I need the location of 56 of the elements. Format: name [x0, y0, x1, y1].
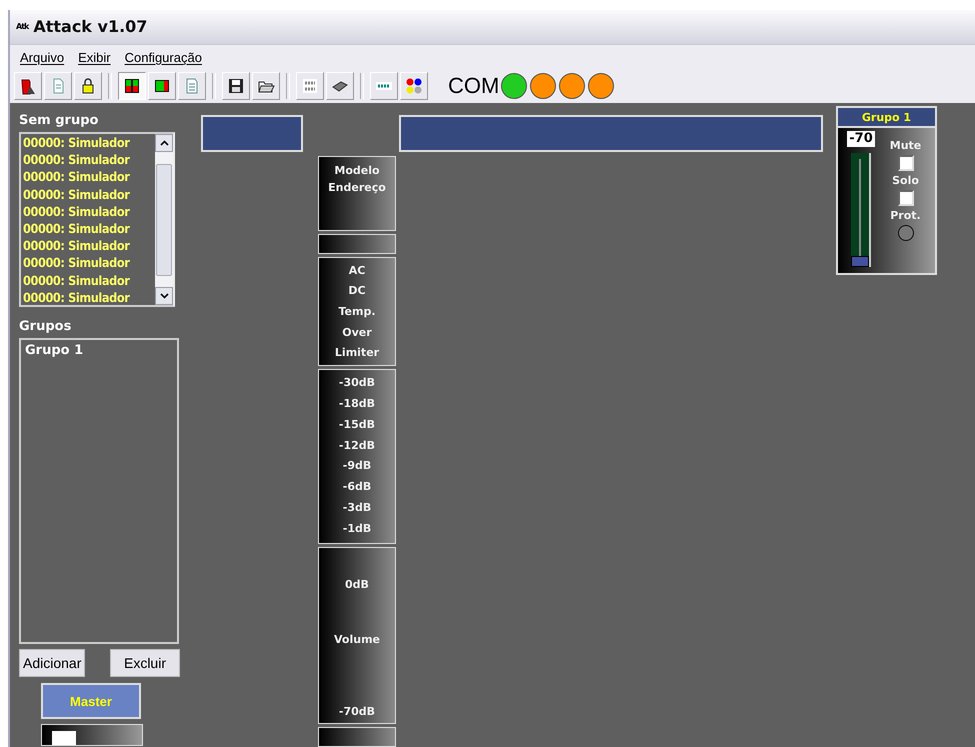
- group-title: Grupo 1: [836, 106, 937, 128]
- legend-label: -30dB: [338, 376, 376, 389]
- master-button[interactable]: Master: [41, 683, 141, 719]
- legend-label: AC: [348, 264, 366, 277]
- group-item[interactable]: Grupo 1: [25, 343, 173, 358]
- volume-reading: -70: [847, 131, 875, 147]
- menu-item[interactable]: Exibir: [78, 50, 111, 64]
- toolbar-button[interactable]: [118, 72, 146, 100]
- mute-label: Mute: [890, 139, 922, 152]
- device-item[interactable]: 00000: Simulador: [23, 220, 155, 238]
- section-label: Sem grupo: [19, 113, 100, 128]
- legend-label: DC: [348, 284, 366, 298]
- legend-label: Temp.: [338, 304, 376, 318]
- window-title: Attack v1.07: [33, 17, 148, 36]
- legend-label: -70dB: [338, 705, 376, 718]
- device-item[interactable]: 00000: Simulador: [23, 272, 155, 289]
- book-icon: [19, 77, 37, 96]
- scroll-down-icon[interactable]: [155, 287, 173, 305]
- device-item[interactable]: 00000: Simulador: [23, 254, 155, 272]
- group-button[interactable]: Adicionar: [19, 649, 86, 677]
- protection-label: Prot.: [890, 209, 921, 222]
- scrollbar[interactable]: [155, 134, 173, 305]
- legend-label: -6dB: [342, 480, 372, 494]
- legend-label: -15dB: [338, 418, 376, 431]
- com-label: COM: [448, 73, 500, 100]
- legend-label: Modelo: [334, 163, 380, 179]
- legend-label: 0dB: [345, 578, 369, 591]
- legend-label: Limiter: [334, 346, 380, 360]
- legend-label: -9dB: [342, 459, 372, 472]
- legend-label: -18dB: [338, 396, 376, 410]
- device-item[interactable]: 00000: Simulador: [23, 151, 155, 168]
- menu-item[interactable]: Arquivo: [20, 50, 64, 64]
- device-item[interactable]: 00000: Simulador: [23, 202, 155, 220]
- device-item[interactable]: 00000: Simulador: [23, 168, 155, 186]
- legend-label: Volume: [334, 633, 380, 646]
- group-button[interactable]: Excluir: [110, 649, 180, 677]
- fader-thumb[interactable]: [851, 256, 869, 267]
- legend-label: -3dB: [342, 501, 372, 514]
- device-item[interactable]: 00000: Simulador: [23, 186, 155, 203]
- legend-label: Over: [342, 326, 372, 339]
- device-item[interactable]: 00000: Simulador: [23, 237, 155, 254]
- legend-label: -12dB: [338, 438, 376, 452]
- legend-label: -1dB: [342, 522, 372, 536]
- mute-checkbox[interactable]: [898, 155, 914, 171]
- legend-label: Endereço: [328, 180, 386, 196]
- color-dots-icon: [405, 77, 423, 96]
- meter-icon: [123, 77, 141, 96]
- device-item[interactable]: 00000: Simulador: [23, 288, 155, 305]
- app-logo: Atk: [16, 22, 28, 32]
- menu-item[interactable]: Configuração: [124, 50, 202, 64]
- solo-label: Solo: [892, 174, 919, 187]
- device-item[interactable]: 00000: Simulador: [23, 134, 155, 152]
- scroll-up-icon[interactable]: [155, 134, 173, 152]
- solo-checkbox[interactable]: [898, 190, 914, 206]
- save-icon: [227, 77, 245, 96]
- section-label: Grupos: [19, 319, 72, 334]
